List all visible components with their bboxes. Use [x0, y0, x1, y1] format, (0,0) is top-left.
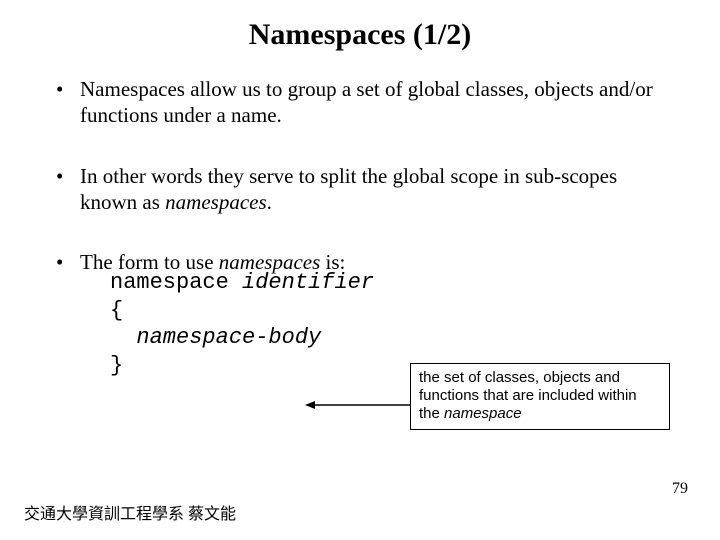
- arrow-icon: [305, 400, 410, 410]
- code-l1a: namespace: [110, 270, 242, 295]
- code-l1b: identifier: [242, 270, 374, 295]
- page-number: 79: [672, 480, 688, 498]
- footer-text: 交通大學資訓工程學系 蔡文能: [24, 500, 236, 524]
- slide-content: Namespaces allow us to group a set of gl…: [0, 62, 720, 379]
- slide: Namespaces (1/2) Namespaces allow us to …: [0, 0, 720, 540]
- bullet-2-text-c: .: [267, 190, 272, 214]
- code-l3b: namespace-body: [136, 325, 321, 350]
- bullet-2-text-a: In other words they serve to split the g…: [80, 164, 617, 214]
- bullet-1: Namespaces allow us to group a set of gl…: [50, 76, 670, 129]
- code-l4: }: [110, 353, 123, 378]
- bullet-3: The form to use namespaces is: namespace…: [50, 249, 670, 379]
- bullet-2-text-b: namespaces: [165, 190, 266, 214]
- code-l2: {: [110, 298, 123, 323]
- slide-title: Namespaces (1/2): [0, 0, 720, 62]
- callout: the set of classes, objects and function…: [410, 363, 670, 430]
- bullet-1-text: Namespaces allow us to group a set of gl…: [80, 77, 653, 127]
- bullet-list: Namespaces allow us to group a set of gl…: [50, 76, 670, 379]
- bullet-2: In other words they serve to split the g…: [50, 163, 670, 216]
- callout-box: the set of classes, objects and function…: [410, 363, 670, 430]
- callout-text-b: namespace: [444, 405, 522, 422]
- code-l3a: [110, 325, 136, 350]
